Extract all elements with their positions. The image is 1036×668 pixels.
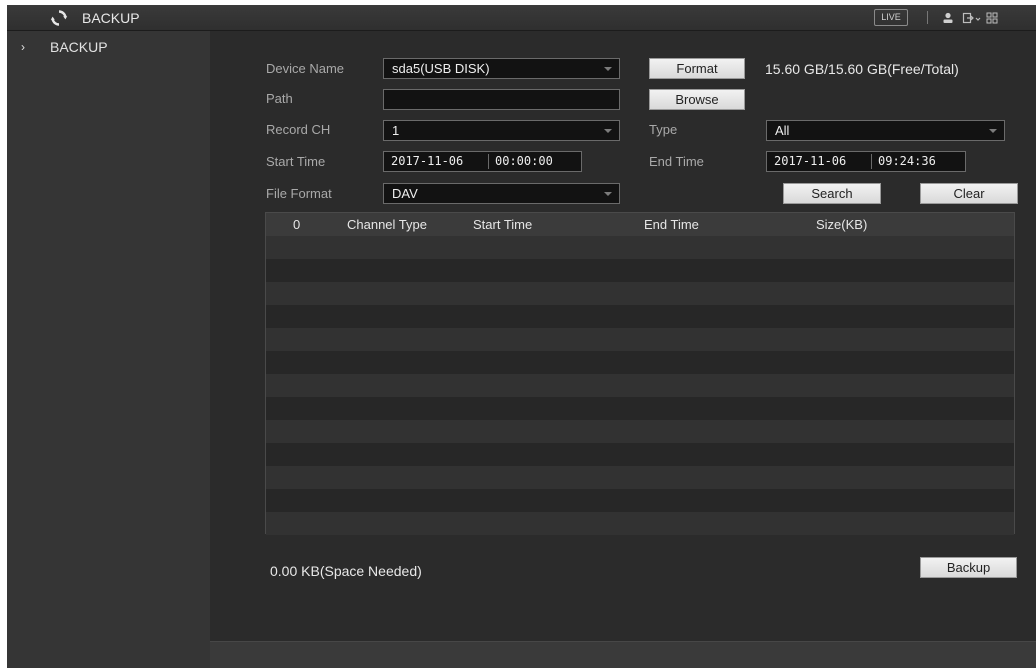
end-date-value: 2017-11-06 bbox=[774, 154, 847, 168]
search-button[interactable]: Search bbox=[783, 183, 881, 204]
path-input[interactable] bbox=[383, 89, 620, 110]
status-bar bbox=[210, 641, 1036, 668]
capacity-text: 15.60 GB/15.60 GB(Free/Total) bbox=[765, 61, 959, 77]
divider bbox=[488, 154, 489, 169]
grid-icon[interactable] bbox=[985, 11, 999, 25]
file-format-value: DAV bbox=[392, 186, 418, 201]
device-name-label: Device Name bbox=[266, 61, 345, 76]
chevron-right-icon: › bbox=[21, 40, 25, 54]
device-name-value: sda5(USB DISK) bbox=[392, 61, 490, 76]
type-value: All bbox=[775, 123, 790, 138]
chevron-down-icon bbox=[604, 67, 612, 71]
table-row[interactable] bbox=[266, 397, 1014, 420]
table-row[interactable] bbox=[266, 443, 1014, 466]
table-row[interactable] bbox=[266, 351, 1014, 374]
backup-button[interactable]: Backup bbox=[920, 557, 1017, 578]
record-ch-value: 1 bbox=[392, 123, 400, 138]
space-needed-text: 0.00 KB(Space Needed) bbox=[270, 563, 422, 579]
table-row[interactable] bbox=[266, 512, 1014, 535]
top-bar: BACKUP LIVE bbox=[7, 5, 1036, 31]
chevron-down-icon bbox=[604, 129, 612, 133]
start-time-label: Start Time bbox=[266, 154, 326, 169]
record-ch-label: Record CH bbox=[266, 122, 331, 137]
start-date-value: 2017-11-06 bbox=[391, 154, 464, 168]
end-time-input[interactable]: 2017-11-06 09:24:36 bbox=[766, 151, 966, 172]
file-format-label: File Format bbox=[266, 186, 332, 201]
page-title: BACKUP bbox=[82, 10, 140, 26]
type-label: Type bbox=[649, 122, 678, 137]
user-icon[interactable] bbox=[941, 11, 955, 25]
format-button[interactable]: Format bbox=[649, 58, 745, 79]
file-format-dropdown[interactable]: DAV bbox=[383, 183, 620, 204]
table-row[interactable] bbox=[266, 236, 1014, 259]
sidebar-item-backup[interactable]: › BACKUP bbox=[7, 39, 210, 57]
column-end-time: End Time bbox=[644, 217, 699, 232]
table-row[interactable] bbox=[266, 282, 1014, 305]
sidebar-item-label: BACKUP bbox=[50, 39, 108, 55]
chevron-down-icon bbox=[989, 129, 997, 133]
column-size: Size(KB) bbox=[816, 217, 868, 232]
table-row[interactable] bbox=[266, 489, 1014, 512]
device-name-dropdown[interactable]: sda5(USB DISK) bbox=[383, 58, 620, 79]
column-start-time: Start Time bbox=[473, 217, 533, 232]
live-button[interactable]: LIVE bbox=[874, 9, 908, 26]
browse-button[interactable]: Browse bbox=[649, 89, 745, 110]
divider bbox=[927, 11, 928, 24]
table-row[interactable] bbox=[266, 305, 1014, 328]
end-time-value: 09:24:36 bbox=[878, 154, 936, 168]
column-channel-type: Channel Type bbox=[347, 217, 427, 232]
table-row[interactable] bbox=[266, 374, 1014, 397]
table-row[interactable] bbox=[266, 420, 1014, 443]
start-time-input[interactable]: 2017-11-06 00:00:00 bbox=[383, 151, 582, 172]
chevron-down-icon bbox=[604, 192, 612, 196]
refresh-icon bbox=[50, 10, 68, 26]
type-dropdown[interactable]: All bbox=[766, 120, 1005, 141]
path-label: Path bbox=[266, 91, 293, 106]
table-row[interactable] bbox=[266, 466, 1014, 489]
logout-icon[interactable] bbox=[962, 11, 982, 25]
end-time-label: End Time bbox=[649, 154, 704, 169]
backup-file-table: 0 Channel Type Start Time End Time Size(… bbox=[265, 212, 1015, 535]
sidebar: › BACKUP bbox=[7, 31, 210, 668]
start-time-value: 00:00:00 bbox=[495, 154, 553, 168]
select-all-count[interactable]: 0 bbox=[293, 217, 300, 232]
divider bbox=[871, 154, 872, 169]
backup-screen: BACKUP LIVE › BACKUP Device Name sda5(US… bbox=[7, 5, 1036, 668]
table-header: 0 Channel Type Start Time End Time Size(… bbox=[266, 213, 1014, 236]
table-row[interactable] bbox=[266, 328, 1014, 351]
record-ch-dropdown[interactable]: 1 bbox=[383, 120, 620, 141]
clear-button[interactable]: Clear bbox=[920, 183, 1018, 204]
table-row[interactable] bbox=[266, 259, 1014, 282]
